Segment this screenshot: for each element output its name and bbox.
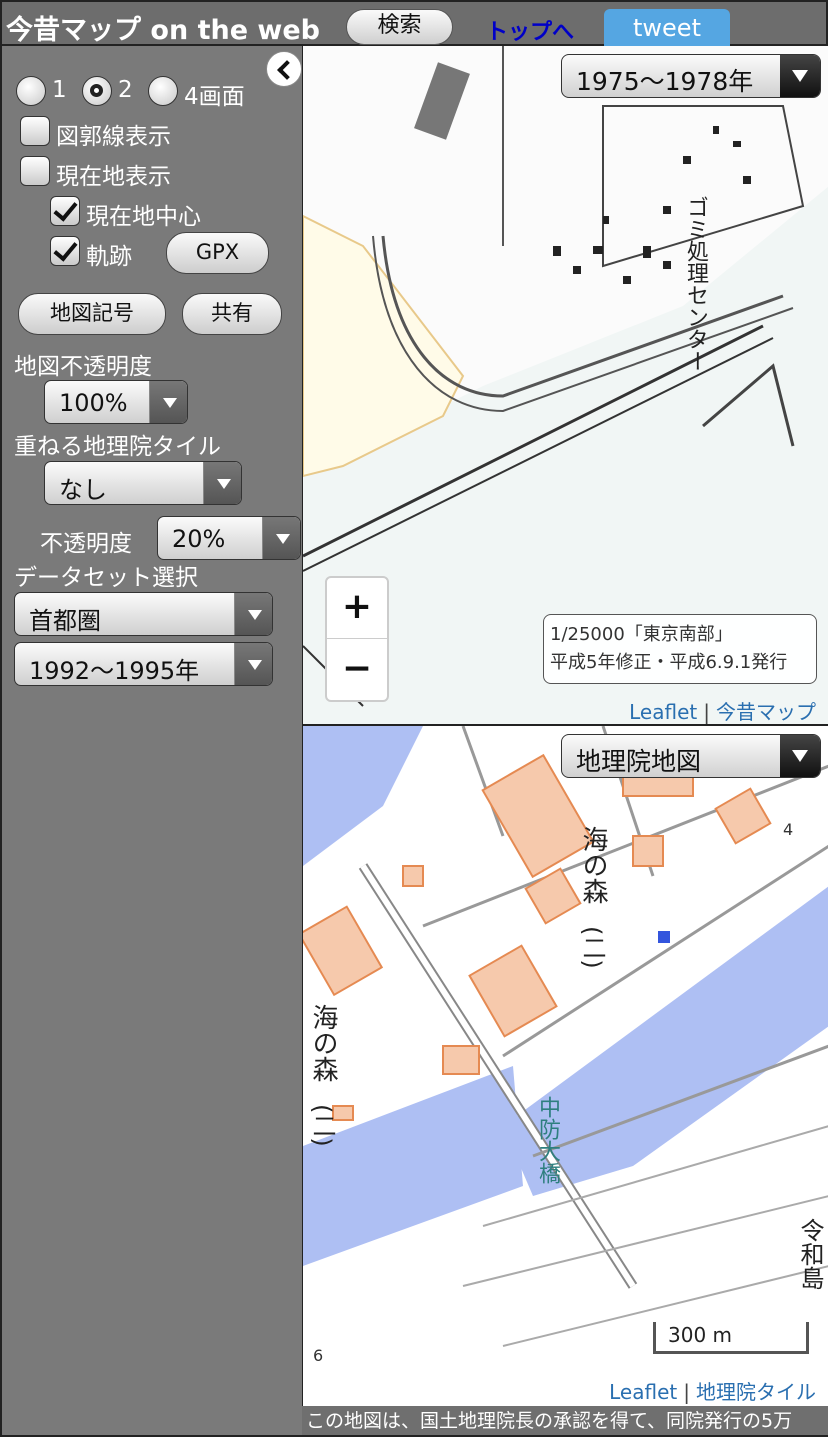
scale-bar: 300 m	[653, 1322, 809, 1354]
graticule-label: 図郭線表示	[56, 124, 171, 150]
track-checkbox[interactable]	[50, 236, 80, 266]
base-layer-select[interactable]: 地理院地図	[561, 734, 821, 778]
screens-1-label: 1	[52, 77, 67, 103]
dataset-select-value: 首都圏	[29, 607, 101, 635]
chevron-down-icon	[203, 462, 241, 504]
graticule-checkbox[interactable]	[20, 116, 50, 146]
overlay-select[interactable]: なし	[44, 461, 242, 505]
app-header: 今昔マップ on the web 検索 トップへ tweet	[0, 0, 828, 49]
center-checkbox[interactable]	[50, 196, 80, 226]
tweet-button[interactable]: tweet	[604, 9, 730, 49]
screens-2-label: 2	[118, 77, 133, 103]
spot-height-4: 4	[783, 820, 794, 839]
opacity-heading: 地図不透明度	[14, 354, 152, 380]
zoom-control: + −	[325, 576, 389, 702]
overlay-opacity-value: 20%	[172, 525, 226, 553]
location-label: 現在地表示	[56, 164, 171, 190]
historic-map-pane[interactable]: ゴミ処理センター 1975〜1978年 + − 1/25000「東京南部」 平成…	[302, 46, 828, 726]
map-label-umi1: 海の森	[578, 826, 608, 904]
share-button[interactable]: 共有	[182, 293, 282, 335]
historic-period-select[interactable]: 1975〜1978年	[561, 54, 821, 98]
search-button[interactable]: 検索	[346, 9, 453, 45]
gsi-attribution: Leaflet | 地理院タイル	[609, 1380, 816, 1404]
map-label-umi2-sub: (二)	[308, 1104, 336, 1147]
center-label: 現在地中心	[86, 204, 201, 230]
base-layer-value: 地理院地図	[576, 747, 702, 776]
top-link[interactable]: トップへ	[486, 14, 574, 46]
chevron-down-icon	[149, 381, 187, 423]
spot-height-6: 6	[313, 1346, 324, 1365]
app-title: 今昔マップ on the web	[6, 15, 320, 46]
map-sheet-name: 1/25000「東京南部」	[550, 624, 733, 645]
opacity-select-value: 100%	[59, 389, 128, 417]
chevron-down-icon	[262, 517, 300, 559]
overlay-select-value: なし	[59, 476, 107, 504]
dataset-heading: データセット選択	[14, 565, 198, 591]
overlay-opacity-select[interactable]: 20%	[157, 516, 301, 560]
map-label-umi1-sub: (二)	[578, 926, 606, 969]
map-label-reiwa: 令和島	[796, 1218, 824, 1290]
historic-attribution: Leaflet | 今昔マップ	[629, 700, 816, 724]
chevron-down-icon	[234, 593, 272, 635]
collapse-sidebar-icon[interactable]	[266, 51, 302, 87]
chevron-down-icon	[780, 55, 820, 97]
map-sheet-info: 1/25000「東京南部」 平成5年修正・平成6.9.1発行	[543, 614, 817, 684]
period-select[interactable]: 1992〜1995年	[14, 642, 273, 686]
screens-4-radio[interactable]	[148, 76, 178, 106]
leaflet-link[interactable]: Leaflet	[629, 700, 697, 724]
gsi-map-pane[interactable]: 海の森 (二) 海の森 (二) 中防大橋 令和島 4 6 地理院地図 300 m…	[302, 726, 828, 1406]
footer-note: この地図は、国土地理院長の承認を得て、同院発行の5万	[302, 1406, 828, 1437]
overlay-opacity-label: 不透明度	[40, 531, 132, 557]
opacity-select[interactable]: 100%	[44, 380, 188, 424]
screens-2-radio[interactable]	[82, 76, 112, 106]
control-sidebar: 1 2 4画面 図郭線表示 現在地表示 現在地中心 軌跡 GPX 地図記号 共有…	[0, 46, 302, 1437]
zoom-out-button[interactable]: −	[327, 640, 387, 701]
period-select-value: 1992〜1995年	[29, 657, 200, 685]
dataset-select[interactable]: 首都圏	[14, 592, 273, 636]
gsi-map-drawing	[303, 726, 828, 1406]
chevron-down-icon	[234, 643, 272, 685]
historic-period-value: 1975〜1978年	[576, 67, 754, 96]
chevron-down-icon	[780, 735, 820, 777]
map-label-bridge: 中防大橋	[535, 1096, 560, 1184]
gsi-tiles-link[interactable]: 地理院タイル	[696, 1380, 816, 1404]
konjaku-link[interactable]: 今昔マップ	[716, 700, 816, 724]
map-sheet-edition: 平成5年修正・平成6.9.1発行	[550, 652, 788, 673]
location-checkbox[interactable]	[20, 156, 50, 186]
map-symbols-button[interactable]: 地図記号	[18, 293, 166, 335]
map-label-center: ゴミ処理センター	[683, 196, 708, 372]
screens-4-label: 4画面	[184, 84, 245, 110]
gpx-button[interactable]: GPX	[166, 232, 269, 274]
screens-1-radio[interactable]	[16, 76, 46, 106]
overlay-heading: 重ねる地理院タイル	[14, 434, 221, 460]
zoom-in-button[interactable]: +	[327, 578, 387, 639]
track-label: 軌跡	[86, 244, 132, 270]
map-label-umi2: 海の森	[308, 1004, 338, 1082]
leaflet-link[interactable]: Leaflet	[609, 1380, 677, 1404]
